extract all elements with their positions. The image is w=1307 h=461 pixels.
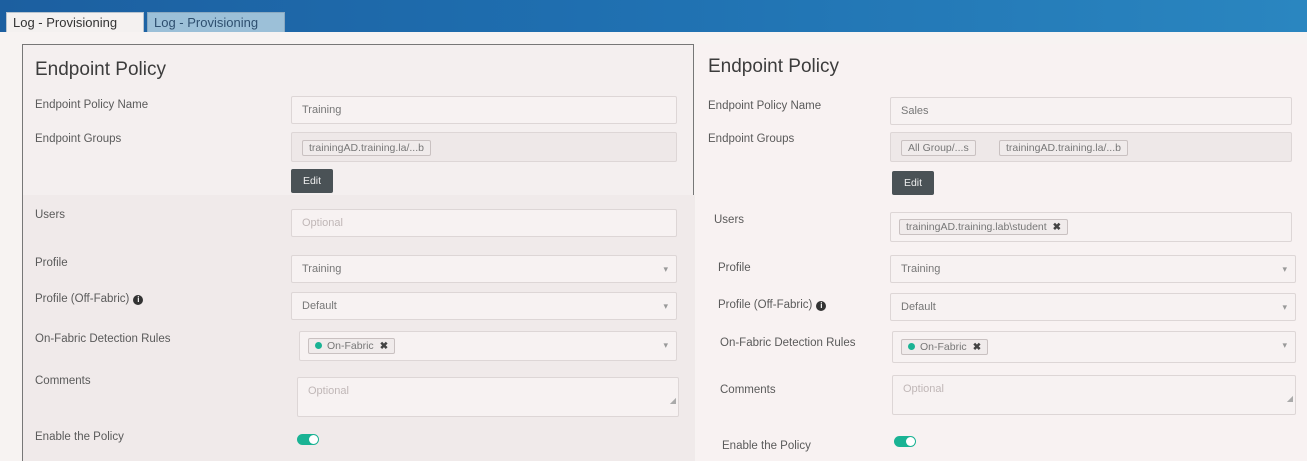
policy-name-input[interactable]: Training xyxy=(291,96,677,124)
users-input[interactable]: Optional xyxy=(291,209,677,237)
user-tag-label: trainingAD.training.lab\student xyxy=(906,221,1047,233)
tab-log-provisioning-2[interactable]: Log - Provisioning xyxy=(147,12,285,32)
profile-value: Training xyxy=(901,263,941,275)
comments-placeholder: Optional xyxy=(308,385,349,397)
endpoint-policy-panel-left: Endpoint Policy Endpoint Policy Name Tra… xyxy=(22,44,695,461)
group-tag: All Group/...s xyxy=(901,140,976,156)
detection-rules-select[interactable]: On-Fabric ✖ ▾ xyxy=(299,331,677,361)
detection-tag-label: On-Fabric xyxy=(920,341,967,353)
profile-select[interactable]: Training ▾ xyxy=(890,255,1296,283)
panel-title: Endpoint Policy xyxy=(35,59,166,80)
users-input[interactable]: trainingAD.training.lab\student ✖ xyxy=(890,212,1292,242)
remove-tag-icon[interactable]: ✖ xyxy=(973,342,981,353)
detection-tag-label: On-Fabric xyxy=(327,340,374,352)
endpoint-groups-field[interactable]: All Group/...s trainingAD.training.la/..… xyxy=(890,132,1292,162)
endpoint-policy-panel-right: Endpoint Policy Endpoint Policy Name Sal… xyxy=(696,44,1307,461)
detection-tag: On-Fabric ✖ xyxy=(901,339,989,355)
chevron-down-icon: ▾ xyxy=(663,340,668,350)
group-tag: trainingAD.training.la/...b xyxy=(302,140,431,156)
comments-textarea[interactable]: Optional ◢ xyxy=(297,377,679,417)
info-icon[interactable]: i xyxy=(133,295,144,305)
profile-off-fabric-select[interactable]: Default ▾ xyxy=(890,293,1296,321)
tab-log-provisioning[interactable]: Log - Provisioning xyxy=(6,12,144,32)
detection-tag: On-Fabric ✖ xyxy=(308,338,396,354)
detection-rules-label: On-Fabric Detection Rules xyxy=(35,333,171,345)
chevron-down-icon: ▾ xyxy=(663,301,668,311)
profile-off-fabric-label: Profile (Off-Fabric) i xyxy=(718,299,827,311)
user-tag: trainingAD.training.lab\student ✖ xyxy=(899,219,1069,235)
endpoint-groups-label: Endpoint Groups xyxy=(708,133,795,145)
users-label: Users xyxy=(35,209,66,221)
enable-policy-toggle[interactable] xyxy=(297,434,319,445)
profile-off-fabric-value: Default xyxy=(901,301,936,313)
profile-off-fabric-value: Default xyxy=(302,300,337,312)
chevron-down-icon: ▾ xyxy=(1282,340,1287,350)
endpoint-groups-field[interactable]: trainingAD.training.la/...b xyxy=(291,132,677,162)
status-dot-icon xyxy=(315,342,322,349)
profile-label: Profile xyxy=(35,257,68,269)
users-label: Users xyxy=(714,214,745,226)
profile-select[interactable]: Training ▾ xyxy=(291,255,677,283)
resize-grip-icon[interactable]: ◢ xyxy=(670,388,676,414)
profile-off-fabric-select[interactable]: Default ▾ xyxy=(291,292,677,320)
chevron-down-icon: ▾ xyxy=(663,264,668,274)
chevron-down-icon: ▾ xyxy=(1282,302,1287,312)
info-icon[interactable]: i xyxy=(816,301,827,311)
enable-policy-toggle[interactable] xyxy=(894,436,916,447)
panel-title: Endpoint Policy xyxy=(708,56,839,77)
status-dot-icon xyxy=(908,343,915,350)
detection-rules-label: On-Fabric Detection Rules xyxy=(720,337,856,349)
detection-rules-select[interactable]: On-Fabric ✖ ▾ xyxy=(892,331,1296,363)
profile-off-fabric-text: Profile (Off-Fabric) xyxy=(35,293,130,305)
profile-off-fabric-label: Profile (Off-Fabric) i xyxy=(35,293,144,305)
policy-name-input[interactable]: Sales xyxy=(890,97,1292,125)
edit-groups-button[interactable]: Edit xyxy=(892,171,934,195)
remove-tag-icon[interactable]: ✖ xyxy=(1053,222,1061,233)
comments-textarea[interactable]: Optional ◢ xyxy=(892,375,1296,415)
chevron-down-icon: ▾ xyxy=(1282,264,1287,274)
resize-grip-icon[interactable]: ◢ xyxy=(1287,386,1293,412)
group-tag: trainingAD.training.la/...b xyxy=(999,140,1128,156)
comments-placeholder: Optional xyxy=(903,383,944,395)
profile-label: Profile xyxy=(718,262,751,274)
toggle-knob xyxy=(906,437,915,446)
policy-name-label: Endpoint Policy Name xyxy=(35,99,149,111)
enable-policy-label: Enable the Policy xyxy=(722,440,811,452)
comments-label: Comments xyxy=(35,375,91,387)
policy-name-label: Endpoint Policy Name xyxy=(708,100,822,112)
comments-label: Comments xyxy=(720,384,776,396)
endpoint-groups-label: Endpoint Groups xyxy=(35,133,122,145)
edit-groups-button[interactable]: Edit xyxy=(291,169,333,193)
profile-value: Training xyxy=(302,263,342,275)
toggle-knob xyxy=(309,435,318,444)
enable-policy-label: Enable the Policy xyxy=(35,431,124,443)
remove-tag-icon[interactable]: ✖ xyxy=(380,341,388,352)
profile-off-fabric-text: Profile (Off-Fabric) xyxy=(718,299,813,311)
